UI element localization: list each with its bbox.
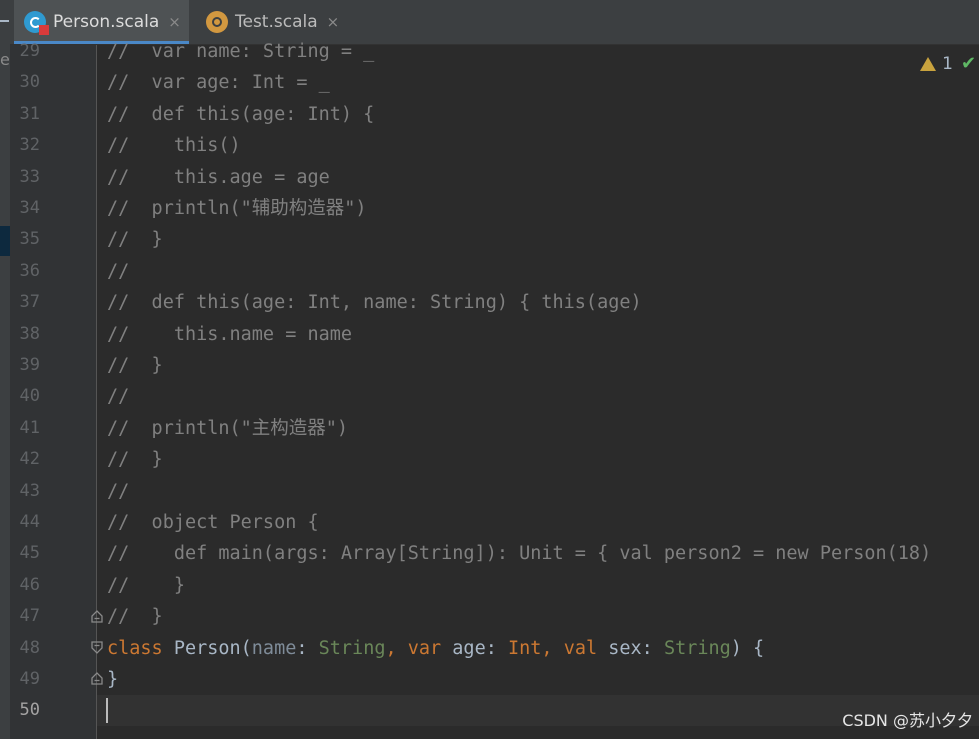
- code-line[interactable]: // this.name = name: [107, 319, 352, 350]
- scala-class-icon: [24, 11, 49, 35]
- line-number: 46: [19, 575, 40, 595]
- code-line[interactable]: //: [107, 476, 129, 507]
- code-token: // println("主构造器"): [107, 418, 349, 439]
- inspection-widget[interactable]: 1 ✔: [920, 53, 979, 74]
- fold-end-icon[interactable]: [91, 672, 103, 685]
- code-token: String: [663, 638, 731, 659]
- line-number: 48: [19, 638, 40, 658]
- code-token: // }: [107, 606, 163, 627]
- line-number: 42: [19, 449, 40, 469]
- gutter-divider: [96, 45, 97, 739]
- line-number: 34: [19, 198, 40, 218]
- code-line[interactable]: // this(): [107, 130, 241, 161]
- code-token: ) {: [730, 638, 765, 659]
- line-number: 47: [19, 606, 40, 626]
- code-token: , val: [541, 638, 609, 659]
- fold-start-icon[interactable]: [91, 641, 103, 654]
- code-token: // var name: String = _: [107, 41, 375, 62]
- line-number: 31: [19, 104, 40, 124]
- line-number: 43: [19, 481, 40, 501]
- project-panel-edge: e: [0, 0, 10, 739]
- code-token: String: [318, 638, 386, 659]
- line-number: 36: [19, 261, 40, 281]
- code-token: sex:: [608, 638, 664, 659]
- code-token: // }: [107, 449, 163, 470]
- code-line[interactable]: //: [107, 256, 129, 287]
- line-number: 38: [19, 324, 40, 344]
- code-token: // println("辅助构造器"): [107, 198, 367, 219]
- code-line[interactable]: // }: [107, 224, 163, 255]
- code-line[interactable]: // }: [107, 444, 163, 475]
- scala-object-icon: [206, 11, 228, 33]
- code-token: class: [107, 638, 174, 659]
- line-number: 37: [19, 292, 40, 312]
- watermark: CSDN @苏小夕夕: [842, 711, 973, 730]
- code-token: // }: [107, 355, 163, 376]
- code-line[interactable]: // }: [107, 601, 163, 632]
- code-line[interactable]: // def this(age: Int, name: String) { th…: [107, 287, 642, 318]
- code-line[interactable]: // }: [107, 350, 163, 381]
- line-number: 44: [19, 512, 40, 532]
- code-token: // this(): [107, 135, 241, 156]
- close-icon[interactable]: ×: [168, 13, 181, 31]
- code-token: // object Person {: [107, 512, 319, 533]
- code-token: // var age: Int = _: [107, 72, 330, 93]
- line-number: 40: [19, 386, 40, 406]
- code-token: // this.name = name: [107, 324, 353, 345]
- code-line[interactable]: }: [107, 664, 118, 695]
- line-number: 49: [19, 669, 40, 689]
- code-token: , var: [385, 638, 453, 659]
- line-number: 33: [19, 167, 40, 187]
- code-token: //: [107, 261, 130, 282]
- code-line[interactable]: // var age: Int = _: [107, 67, 330, 98]
- code-token: //: [107, 481, 130, 502]
- code-line[interactable]: // def this(age: Int) {: [107, 99, 374, 130]
- line-number: 35: [19, 229, 40, 249]
- tab-label: Person.scala: [53, 12, 160, 32]
- code-line[interactable]: // println("辅助构造器"): [107, 193, 367, 224]
- code-line[interactable]: // println("主构造器"): [107, 413, 348, 444]
- code-token: // def main(args: Array[String]): Unit =…: [107, 543, 932, 564]
- line-number: 45: [19, 543, 40, 563]
- code-token: Person(: [173, 638, 252, 659]
- warning-icon: [920, 56, 937, 71]
- code-line[interactable]: // var name: String = _: [107, 36, 374, 67]
- code-token: // }: [107, 575, 185, 596]
- code-token: // this.age = age: [107, 167, 330, 188]
- code-token: // }: [107, 229, 163, 250]
- close-icon[interactable]: ×: [327, 13, 340, 31]
- project-selection-marker: [0, 226, 10, 256]
- warning-count: 1: [942, 53, 953, 74]
- code-token: // def this(age: Int, name: String) { th…: [107, 292, 642, 313]
- line-number: 50: [19, 700, 40, 720]
- code-line[interactable]: //: [107, 381, 129, 412]
- fold-end-icon[interactable]: [91, 610, 103, 623]
- code-line[interactable]: class Person(name: String, var age: Int,…: [107, 633, 764, 664]
- tab-label: Test.scala: [235, 12, 318, 32]
- code-line[interactable]: // this.age = age: [107, 162, 330, 193]
- line-number: 29: [19, 41, 40, 61]
- collapse-icon[interactable]: [0, 20, 9, 22]
- line-number: 41: [19, 418, 40, 438]
- code-line[interactable]: // object Person {: [107, 507, 319, 538]
- line-number: 30: [19, 72, 40, 92]
- line-number: 39: [19, 355, 40, 375]
- code-token: Int: [508, 638, 542, 659]
- project-panel-text: e: [0, 50, 10, 69]
- code-line[interactable]: // }: [107, 570, 185, 601]
- check-icon: ✔: [961, 53, 977, 74]
- code-token: }: [107, 669, 119, 690]
- text-caret: [106, 698, 108, 723]
- code-token: :: [296, 638, 319, 659]
- line-number: 32: [19, 135, 40, 155]
- code-line[interactable]: // def main(args: Array[String]): Unit =…: [107, 538, 931, 569]
- code-token: // def this(age: Int) {: [107, 104, 375, 125]
- code-token: age:: [452, 638, 508, 659]
- code-token: name: [251, 638, 297, 659]
- code-token: //: [107, 386, 130, 407]
